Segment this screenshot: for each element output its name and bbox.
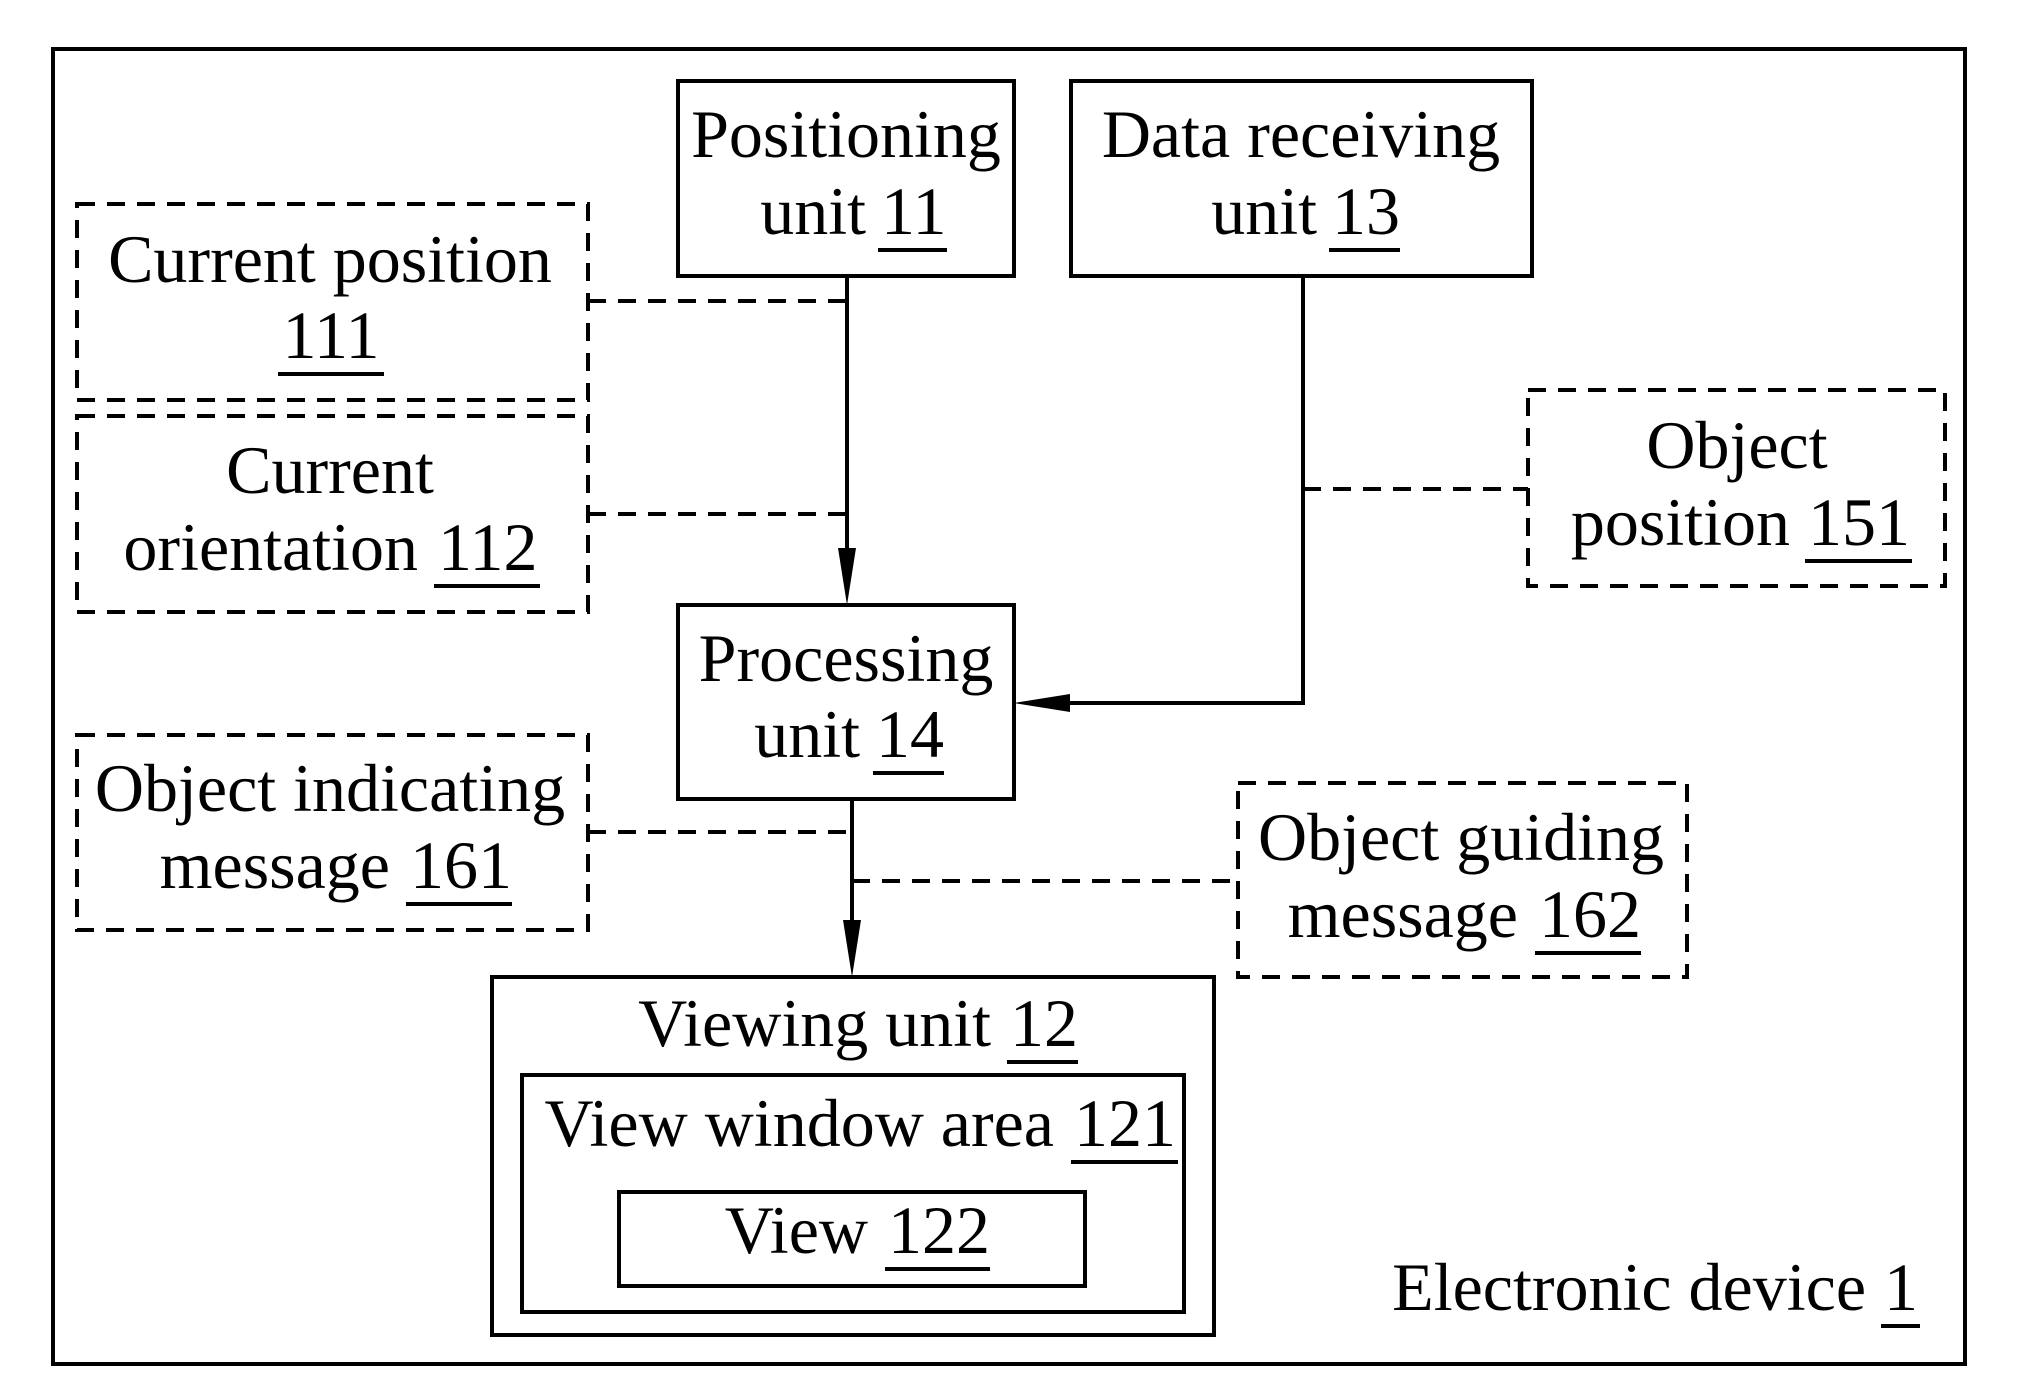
- data-receiving-unit-block: Data receiving unit 13: [1069, 79, 1534, 278]
- current-position-label: Current position: [108, 221, 552, 297]
- object-position-label-2: position: [1571, 484, 1790, 560]
- current-orientation-block: Current orientation 112: [75, 414, 590, 614]
- processing-unit-label-1: Processing: [699, 620, 994, 696]
- current-orientation-ref: 112: [438, 509, 537, 585]
- current-orientation-label-2: orientation: [123, 509, 418, 585]
- data-receiving-unit-ref: 13: [1332, 173, 1400, 249]
- processing-unit-block: Processing unit 14: [676, 603, 1016, 801]
- block-diagram: Positioning unit 11 Data receiving unit …: [51, 47, 1967, 1366]
- current-orientation-label-1: Current: [226, 432, 434, 508]
- object-guiding-label-1: Object guiding: [1258, 799, 1664, 875]
- object-indicating-message-block: Object indicating message 161: [75, 733, 590, 932]
- view-block: View 122: [617, 1190, 1087, 1288]
- electronic-device-label: Electronic device: [1392, 1249, 1866, 1325]
- positioning-unit-label-1: Positioning: [691, 96, 1001, 172]
- viewing-unit-ref: 12: [1010, 985, 1078, 1061]
- electronic-device-ref: 1: [1884, 1249, 1918, 1325]
- processing-unit-label-2: unit: [754, 696, 860, 772]
- current-position-block: Current position 111: [75, 202, 590, 402]
- object-guiding-message-block: Object guiding message 162: [1236, 781, 1689, 979]
- data-receiving-unit-label-2: unit: [1211, 173, 1317, 249]
- data-receiving-unit-label-1: Data receiving: [1102, 96, 1500, 172]
- object-indicating-ref: 161: [410, 827, 512, 903]
- object-position-block: Object position 151: [1526, 388, 1947, 588]
- view-ref: 122: [888, 1192, 990, 1268]
- view-window-area-ref: 121: [1074, 1085, 1176, 1161]
- object-guiding-ref: 162: [1539, 876, 1641, 952]
- data-receiving-to-processing-arrowhead: [1014, 694, 1070, 712]
- positioning-to-processing-arrowhead: [838, 548, 856, 605]
- object-position-label-1: Object: [1646, 407, 1827, 483]
- positioning-unit-ref: 11: [881, 173, 946, 249]
- positioning-unit-label-2: unit: [760, 173, 866, 249]
- viewing-unit-label: Viewing unit: [638, 985, 991, 1061]
- view-window-area-label: View window area: [544, 1085, 1054, 1161]
- current-position-ref: 111: [283, 297, 380, 373]
- electronic-device-label-group: Electronic device 1: [1392, 1249, 1920, 1328]
- object-guiding-label-2: message: [1288, 876, 1518, 952]
- object-indicating-label-2: message: [160, 827, 390, 903]
- object-position-ref: 151: [1808, 484, 1910, 560]
- positioning-unit-block: Positioning unit 11: [676, 79, 1016, 278]
- data-receiving-to-processing-line: [1060, 276, 1305, 705]
- object-indicating-label-1: Object indicating: [95, 750, 565, 826]
- view-label: View: [725, 1192, 868, 1268]
- processing-unit-ref: 14: [876, 696, 944, 772]
- processing-to-viewing-arrowhead: [843, 920, 861, 977]
